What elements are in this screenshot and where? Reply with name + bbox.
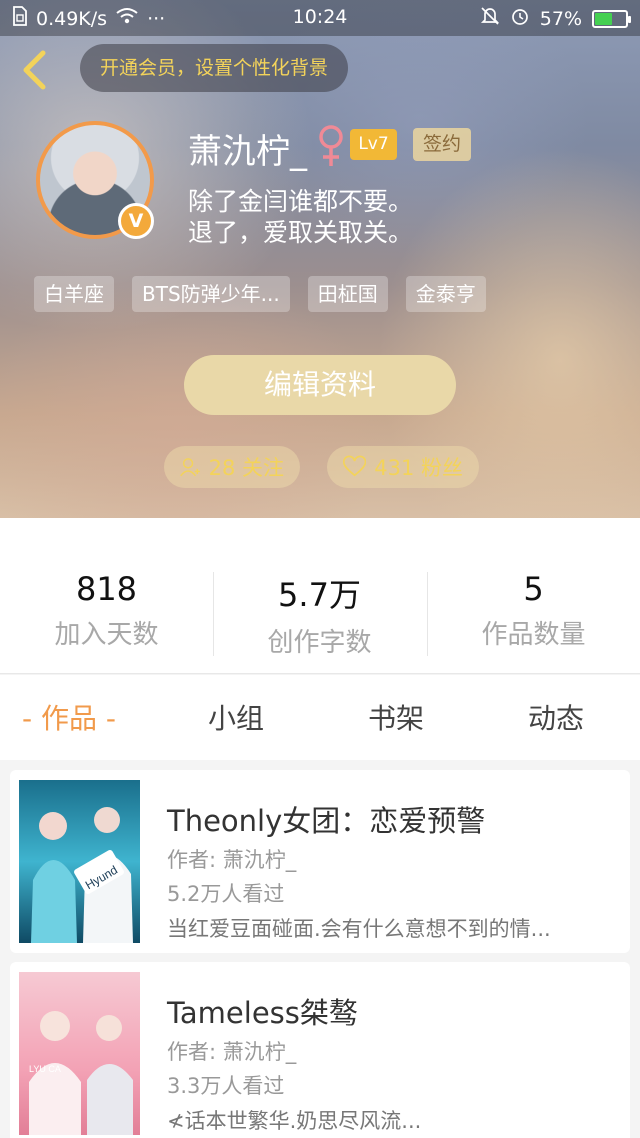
stat-value: 5.7万 (278, 576, 361, 614)
bio: 除了金闫谁都不要。 退了，爱取关取关。 (188, 186, 413, 248)
tab-activity[interactable]: 动态 (528, 697, 584, 737)
book-cover: Hyund (19, 780, 140, 943)
vip-banner[interactable]: 开通会员，设置个性化背景 (80, 44, 349, 92)
tab-groups[interactable]: 小组 (208, 697, 264, 737)
chevron-left-icon (23, 50, 46, 90)
stat-value: 818 (75, 570, 138, 608)
mute-icon (480, 6, 500, 31)
following-button[interactable]: 28 关注 (164, 446, 300, 488)
vip-badge: V (118, 203, 154, 239)
stat-word-count: 5.7万 创作字数 (213, 570, 426, 659)
stat-label: 作品数量 (481, 620, 586, 650)
tab-bar: - 作品 - 小组 书架 动态 (0, 675, 640, 760)
edit-profile-button[interactable]: 编辑资料 (184, 355, 456, 415)
work-card[interactable]: Hyund Theonly女团：恋爱预警 作者: 萧氿柠_ 5.2万人看过 当红… (10, 770, 630, 953)
fans-count: 431 粉丝 (374, 456, 463, 480)
work-author: 作者: 萧氿柠_ (167, 1040, 297, 1064)
battery-fill (595, 12, 613, 25)
following-count: 28 关注 (208, 456, 284, 480)
back-button[interactable] (14, 48, 54, 92)
tag[interactable]: 田柾国 (307, 276, 388, 312)
work-description: ≮话本世繁华.奶思尽风流... (167, 1109, 422, 1133)
stat-value: 5 (523, 570, 544, 608)
work-card[interactable]: LYU CA Tameless桀骜 作者: 萧氿柠_ 3.3万人看过 ≮话本世繁… (10, 962, 630, 1138)
bio-line: 除了金闫谁都不要。 (188, 187, 414, 216)
tag[interactable]: 白羊座 (34, 276, 114, 312)
stat-join-days: 818 加入天数 (0, 570, 213, 651)
battery-percent: 57% (539, 7, 582, 30)
work-views: 3.3万人看过 (167, 1074, 285, 1098)
work-title: Theonly女团：恋爱预警 (167, 804, 486, 838)
work-views: 5.2万人看过 (167, 882, 285, 906)
status-bar: 0.49K/s ··· 10:24 57% (0, 0, 640, 36)
bio-line: 退了，爱取关取关。 (188, 218, 414, 247)
work-author: 作者: 萧氿柠_ (167, 848, 297, 872)
add-user-icon (180, 458, 200, 477)
work-title: Tameless桀骜 (167, 996, 358, 1030)
status-right: 57% (480, 6, 631, 31)
alarm-icon (510, 6, 530, 31)
book-cover: LYU CA (19, 972, 140, 1135)
stat-label: 加入天数 (54, 620, 159, 650)
tab-works[interactable]: - 作品 - (22, 697, 116, 737)
tab-bookshelf[interactable]: 书架 (368, 697, 424, 737)
fans-button[interactable]: 431 粉丝 (327, 446, 479, 488)
tag[interactable]: BTS防弹少年... (132, 276, 290, 312)
username: 萧氿柠_ (188, 132, 307, 172)
stats-panel: 818 加入天数 5.7万 创作字数 5 作品数量 (0, 518, 640, 674)
battery-icon (592, 9, 631, 28)
signed-badge: 签约 (413, 128, 471, 161)
stat-works-count: 5 作品数量 (427, 570, 640, 651)
stat-label: 创作字数 (267, 628, 372, 658)
tag-list: 白羊座 BTS防弹少年... 田柾国 金泰亨 (34, 276, 486, 312)
profile-header: 0.49K/s ··· 10:24 57% 开通会员，设置个性化背景 V 萧氿柠… (0, 0, 640, 518)
work-description: 当红爱豆面碰面.会有什么意想不到的情... (167, 917, 551, 941)
heart-icon (343, 455, 367, 477)
female-icon (319, 125, 343, 166)
level-badge: Lv7 (350, 129, 397, 160)
tag[interactable]: 金泰亨 (405, 276, 486, 312)
cover-text: LYU CA (29, 1064, 61, 1074)
